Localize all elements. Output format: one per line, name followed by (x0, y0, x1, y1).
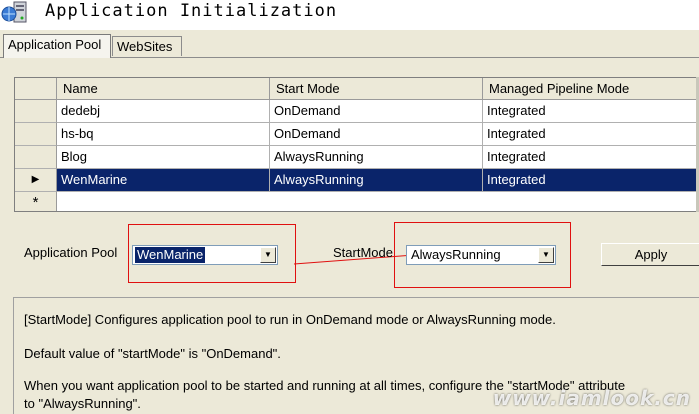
description-line: [StartMode] Configures application pool … (24, 312, 556, 327)
row-header[interactable] (15, 100, 57, 123)
cell-pipeline: Integrated (483, 123, 698, 146)
tab-websites[interactable]: WebSites (112, 36, 182, 56)
description-line: to "AlwaysRunning". (24, 396, 141, 411)
cell-empty (57, 192, 698, 211)
row-header-corner (15, 78, 57, 100)
grid-header-row: Name Start Mode Managed Pipeline Mode (15, 78, 698, 100)
header-bar: Application Initialization (0, 0, 699, 30)
table-row[interactable]: dedebj OnDemand Integrated (15, 100, 698, 123)
row-header[interactable]: ▶ (15, 169, 57, 192)
column-header-name[interactable]: Name (57, 78, 270, 100)
cell-name: dedebj (57, 100, 270, 123)
cell-pipeline: Integrated (483, 100, 698, 123)
table-row[interactable]: Blog AlwaysRunning Integrated (15, 146, 698, 169)
new-row[interactable]: * (15, 192, 698, 211)
column-header-start-mode[interactable]: Start Mode (270, 78, 483, 100)
annotation-box-start-mode (394, 222, 571, 288)
cell-name: hs-bq (57, 123, 270, 146)
apply-button[interactable]: Apply (601, 243, 699, 266)
row-header[interactable]: * (15, 192, 57, 211)
current-row-marker-icon: ▶ (31, 174, 40, 185)
app-pool-grid[interactable]: Name Start Mode Managed Pipeline Mode de… (14, 77, 699, 212)
cell-name: WenMarine (57, 169, 270, 192)
cell-start-mode: OnDemand (270, 123, 483, 146)
page-title: Application Initialization (45, 1, 338, 21)
app-pool-label: Application Pool (24, 245, 118, 260)
description-line: Default value of "startMode" is "OnDeman… (24, 346, 281, 361)
watermark: www.iamlook.cn (492, 386, 691, 410)
new-row-marker-icon: * (32, 194, 39, 211)
table-row[interactable]: hs-bq OnDemand Integrated (15, 123, 698, 146)
tab-application-pool[interactable]: Application Pool (3, 34, 111, 58)
cell-start-mode: OnDemand (270, 100, 483, 123)
server-icon (1, 1, 27, 23)
row-header[interactable] (15, 123, 57, 146)
cell-start-mode: AlwaysRunning (270, 169, 483, 192)
column-header-pipeline[interactable]: Managed Pipeline Mode (483, 78, 698, 100)
cell-start-mode: AlwaysRunning (270, 146, 483, 169)
annotation-box-app-pool (128, 224, 296, 283)
row-header[interactable] (15, 146, 57, 169)
cell-pipeline: Integrated (483, 146, 698, 169)
cell-name: Blog (57, 146, 270, 169)
table-row-selected[interactable]: ▶ WenMarine AlwaysRunning Integrated (15, 169, 698, 192)
cell-pipeline: Integrated (483, 169, 698, 192)
start-mode-label: StartMode (333, 245, 393, 260)
tab-strip: Application Pool WebSites (0, 34, 699, 58)
